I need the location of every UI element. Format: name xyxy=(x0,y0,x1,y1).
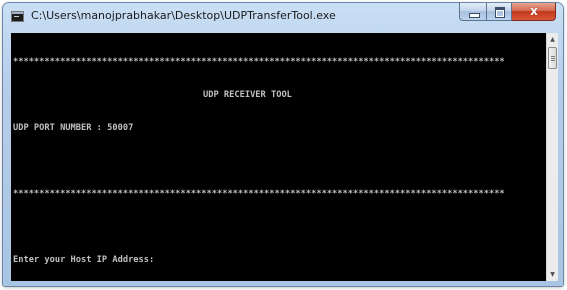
caption-buttons: x xyxy=(459,3,556,22)
separator-line: ****************************************… xyxy=(13,57,505,67)
scroll-down-arrow-icon[interactable]: ▼ xyxy=(547,269,558,280)
maximize-button[interactable] xyxy=(486,3,512,21)
console-window: C:\Users\manojprabhakar\Desktop\UDPTrans… xyxy=(3,3,563,286)
thumb-grip-line xyxy=(551,58,555,59)
maximize-icon xyxy=(495,7,505,18)
minimize-button[interactable] xyxy=(459,3,486,21)
thumb-grip-line xyxy=(551,60,555,61)
window-title: C:\Users\manojprabhakar\Desktop\UDPTrans… xyxy=(31,9,336,22)
close-icon: x xyxy=(530,4,538,18)
title-bar[interactable]: C:\Users\manojprabhakar\Desktop\UDPTrans… xyxy=(3,3,563,31)
console-app-icon[interactable] xyxy=(11,11,24,22)
console-text: ****************************************… xyxy=(13,35,505,281)
port-number-line: UDP PORT NUMBER : 50007 xyxy=(13,123,134,133)
separator-line: ****************************************… xyxy=(13,189,505,199)
console-output[interactable]: ****************************************… xyxy=(11,33,546,281)
scroll-thumb[interactable] xyxy=(548,47,557,69)
vertical-scrollbar[interactable]: ▲ ▼ xyxy=(546,33,558,281)
thumb-grip-line xyxy=(551,56,555,57)
scroll-up-arrow-icon[interactable]: ▲ xyxy=(547,34,558,45)
host-ip-prompt: Enter your Host IP Address: xyxy=(13,255,155,265)
minimize-icon xyxy=(469,13,480,18)
close-button[interactable]: x xyxy=(512,3,556,21)
tool-heading: UDP RECEIVER TOOL xyxy=(203,90,292,100)
